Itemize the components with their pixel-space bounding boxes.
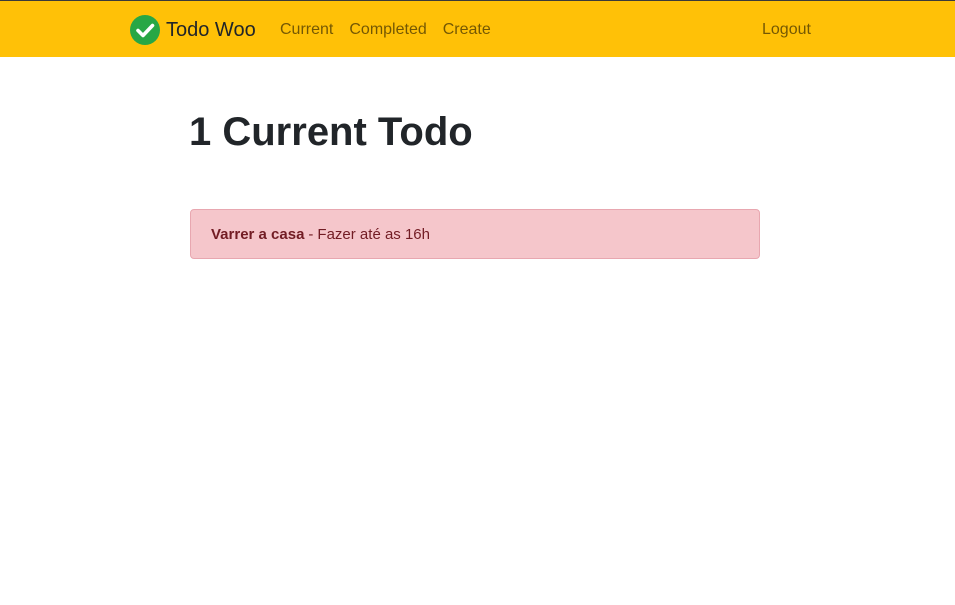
todo-memo: Fazer até as 16h: [317, 225, 430, 243]
top-navbar: Todo Woo Current Completed Create Logout: [0, 0, 955, 57]
nav-links: Current Completed Create: [272, 1, 499, 58]
page-title: 1 Current Todo: [189, 110, 473, 154]
nav-link-completed[interactable]: Completed: [341, 1, 434, 58]
todo-list-item[interactable]: Varrer a casa - Fazer até as 16h: [190, 209, 760, 259]
brand-name: Todo Woo: [166, 19, 256, 41]
nav-link-current[interactable]: Current: [272, 1, 341, 58]
todo-separator: -: [308, 225, 314, 243]
nav-right: Logout: [754, 1, 819, 58]
todo-title: Varrer a casa: [211, 225, 305, 243]
nav-link-create[interactable]: Create: [435, 1, 499, 58]
check-circle-icon: [130, 15, 160, 45]
logout-link[interactable]: Logout: [754, 1, 819, 58]
brand-link[interactable]: Todo Woo: [130, 14, 256, 46]
